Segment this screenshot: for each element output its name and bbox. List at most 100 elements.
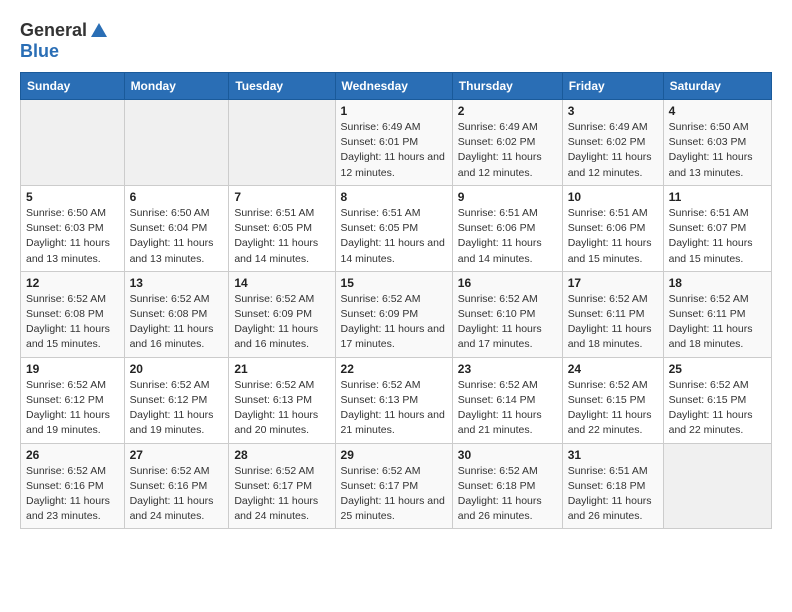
- day-info: Sunrise: 6:52 AM Sunset: 6:09 PM Dayligh…: [234, 292, 329, 353]
- sunrise: Sunrise: 6:52 AM: [26, 465, 106, 477]
- sunrise: Sunrise: 6:51 AM: [341, 207, 421, 219]
- calendar-cell: 27 Sunrise: 6:52 AM Sunset: 6:16 PM Dayl…: [124, 443, 229, 529]
- daylight: Daylight: 11 hours and 17 minutes.: [458, 323, 542, 350]
- sunset: Sunset: 6:18 PM: [458, 480, 536, 492]
- calendar-cell: [21, 100, 125, 186]
- calendar-cell: 5 Sunrise: 6:50 AM Sunset: 6:03 PM Dayli…: [21, 185, 125, 271]
- sunrise: Sunrise: 6:51 AM: [458, 207, 538, 219]
- sunset: Sunset: 6:18 PM: [568, 480, 646, 492]
- daylight: Daylight: 11 hours and 13 minutes.: [130, 237, 214, 264]
- sunset: Sunset: 6:14 PM: [458, 394, 536, 406]
- calendar-cell: 30 Sunrise: 6:52 AM Sunset: 6:18 PM Dayl…: [452, 443, 562, 529]
- calendar-cell: 3 Sunrise: 6:49 AM Sunset: 6:02 PM Dayli…: [562, 100, 663, 186]
- day-info: Sunrise: 6:52 AM Sunset: 6:15 PM Dayligh…: [568, 378, 658, 439]
- calendar-cell: 1 Sunrise: 6:49 AM Sunset: 6:01 PM Dayli…: [335, 100, 452, 186]
- sunset: Sunset: 6:12 PM: [26, 394, 104, 406]
- sunset: Sunset: 6:08 PM: [130, 308, 208, 320]
- sunset: Sunset: 6:04 PM: [130, 222, 208, 234]
- day-number: 10: [568, 190, 658, 204]
- calendar-cell: 18 Sunrise: 6:52 AM Sunset: 6:11 PM Dayl…: [663, 271, 771, 357]
- day-info: Sunrise: 6:52 AM Sunset: 6:13 PM Dayligh…: [341, 378, 447, 439]
- day-info: Sunrise: 6:52 AM Sunset: 6:16 PM Dayligh…: [130, 464, 224, 525]
- sunset: Sunset: 6:13 PM: [341, 394, 419, 406]
- day-number: 2: [458, 104, 557, 118]
- calendar-cell: 28 Sunrise: 6:52 AM Sunset: 6:17 PM Dayl…: [229, 443, 335, 529]
- day-number: 28: [234, 448, 329, 462]
- day-number: 15: [341, 276, 447, 290]
- sunrise: Sunrise: 6:52 AM: [458, 293, 538, 305]
- daylight: Daylight: 11 hours and 22 minutes.: [568, 409, 652, 436]
- day-number: 12: [26, 276, 119, 290]
- weekday-header-row: SundayMondayTuesdayWednesdayThursdayFrid…: [21, 73, 772, 100]
- sunrise: Sunrise: 6:52 AM: [669, 293, 749, 305]
- day-number: 27: [130, 448, 224, 462]
- day-number: 24: [568, 362, 658, 376]
- day-info: Sunrise: 6:52 AM Sunset: 6:17 PM Dayligh…: [234, 464, 329, 525]
- sunrise: Sunrise: 6:52 AM: [130, 465, 210, 477]
- sunrise: Sunrise: 6:52 AM: [341, 293, 421, 305]
- day-info: Sunrise: 6:52 AM Sunset: 6:14 PM Dayligh…: [458, 378, 557, 439]
- calendar-cell: 23 Sunrise: 6:52 AM Sunset: 6:14 PM Dayl…: [452, 357, 562, 443]
- calendar-cell: 15 Sunrise: 6:52 AM Sunset: 6:09 PM Dayl…: [335, 271, 452, 357]
- daylight: Daylight: 11 hours and 18 minutes.: [669, 323, 753, 350]
- sunset: Sunset: 6:08 PM: [26, 308, 104, 320]
- daylight: Daylight: 11 hours and 21 minutes.: [458, 409, 542, 436]
- sunrise: Sunrise: 6:52 AM: [26, 379, 106, 391]
- calendar-cell: 29 Sunrise: 6:52 AM Sunset: 6:17 PM Dayl…: [335, 443, 452, 529]
- day-info: Sunrise: 6:52 AM Sunset: 6:10 PM Dayligh…: [458, 292, 557, 353]
- sunrise: Sunrise: 6:52 AM: [341, 465, 421, 477]
- sunset: Sunset: 6:05 PM: [234, 222, 312, 234]
- daylight: Daylight: 11 hours and 22 minutes.: [669, 409, 753, 436]
- day-number: 21: [234, 362, 329, 376]
- day-info: Sunrise: 6:52 AM Sunset: 6:13 PM Dayligh…: [234, 378, 329, 439]
- sunrise: Sunrise: 6:51 AM: [669, 207, 749, 219]
- day-number: 18: [669, 276, 766, 290]
- day-info: Sunrise: 6:51 AM Sunset: 6:07 PM Dayligh…: [669, 206, 766, 267]
- sunrise: Sunrise: 6:52 AM: [568, 293, 648, 305]
- weekday-monday: Monday: [124, 73, 229, 100]
- day-info: Sunrise: 6:49 AM Sunset: 6:02 PM Dayligh…: [458, 120, 557, 181]
- sunset: Sunset: 6:01 PM: [341, 136, 419, 148]
- sunset: Sunset: 6:06 PM: [568, 222, 646, 234]
- weekday-saturday: Saturday: [663, 73, 771, 100]
- day-info: Sunrise: 6:51 AM Sunset: 6:18 PM Dayligh…: [568, 464, 658, 525]
- daylight: Daylight: 11 hours and 26 minutes.: [568, 495, 652, 522]
- daylight: Daylight: 11 hours and 16 minutes.: [234, 323, 318, 350]
- calendar-cell: 7 Sunrise: 6:51 AM Sunset: 6:05 PM Dayli…: [229, 185, 335, 271]
- day-number: 1: [341, 104, 447, 118]
- sunrise: Sunrise: 6:49 AM: [458, 121, 538, 133]
- calendar-cell: 2 Sunrise: 6:49 AM Sunset: 6:02 PM Dayli…: [452, 100, 562, 186]
- sunrise: Sunrise: 6:50 AM: [669, 121, 749, 133]
- sunset: Sunset: 6:11 PM: [669, 308, 746, 320]
- calendar-cell: 26 Sunrise: 6:52 AM Sunset: 6:16 PM Dayl…: [21, 443, 125, 529]
- day-number: 9: [458, 190, 557, 204]
- calendar-cell: [124, 100, 229, 186]
- sunrise: Sunrise: 6:49 AM: [341, 121, 421, 133]
- sunset: Sunset: 6:09 PM: [341, 308, 419, 320]
- calendar-cell: 20 Sunrise: 6:52 AM Sunset: 6:12 PM Dayl…: [124, 357, 229, 443]
- calendar-week-row: 26 Sunrise: 6:52 AM Sunset: 6:16 PM Dayl…: [21, 443, 772, 529]
- day-info: Sunrise: 6:52 AM Sunset: 6:08 PM Dayligh…: [130, 292, 224, 353]
- calendar-cell: 13 Sunrise: 6:52 AM Sunset: 6:08 PM Dayl…: [124, 271, 229, 357]
- sunrise: Sunrise: 6:52 AM: [458, 379, 538, 391]
- daylight: Daylight: 11 hours and 15 minutes.: [568, 237, 652, 264]
- day-info: Sunrise: 6:51 AM Sunset: 6:06 PM Dayligh…: [568, 206, 658, 267]
- calendar-cell: 31 Sunrise: 6:51 AM Sunset: 6:18 PM Dayl…: [562, 443, 663, 529]
- day-info: Sunrise: 6:50 AM Sunset: 6:03 PM Dayligh…: [26, 206, 119, 267]
- sunset: Sunset: 6:17 PM: [341, 480, 419, 492]
- day-number: 20: [130, 362, 224, 376]
- logo-icon: [89, 21, 109, 41]
- weekday-sunday: Sunday: [21, 73, 125, 100]
- sunset: Sunset: 6:05 PM: [341, 222, 419, 234]
- day-number: 30: [458, 448, 557, 462]
- calendar-cell: 8 Sunrise: 6:51 AM Sunset: 6:05 PM Dayli…: [335, 185, 452, 271]
- daylight: Daylight: 11 hours and 21 minutes.: [341, 409, 445, 436]
- day-number: 6: [130, 190, 224, 204]
- calendar-cell: 11 Sunrise: 6:51 AM Sunset: 6:07 PM Dayl…: [663, 185, 771, 271]
- daylight: Daylight: 11 hours and 24 minutes.: [234, 495, 318, 522]
- sunrise: Sunrise: 6:50 AM: [130, 207, 210, 219]
- weekday-tuesday: Tuesday: [229, 73, 335, 100]
- calendar-week-row: 1 Sunrise: 6:49 AM Sunset: 6:01 PM Dayli…: [21, 100, 772, 186]
- day-number: 8: [341, 190, 447, 204]
- sunset: Sunset: 6:13 PM: [234, 394, 312, 406]
